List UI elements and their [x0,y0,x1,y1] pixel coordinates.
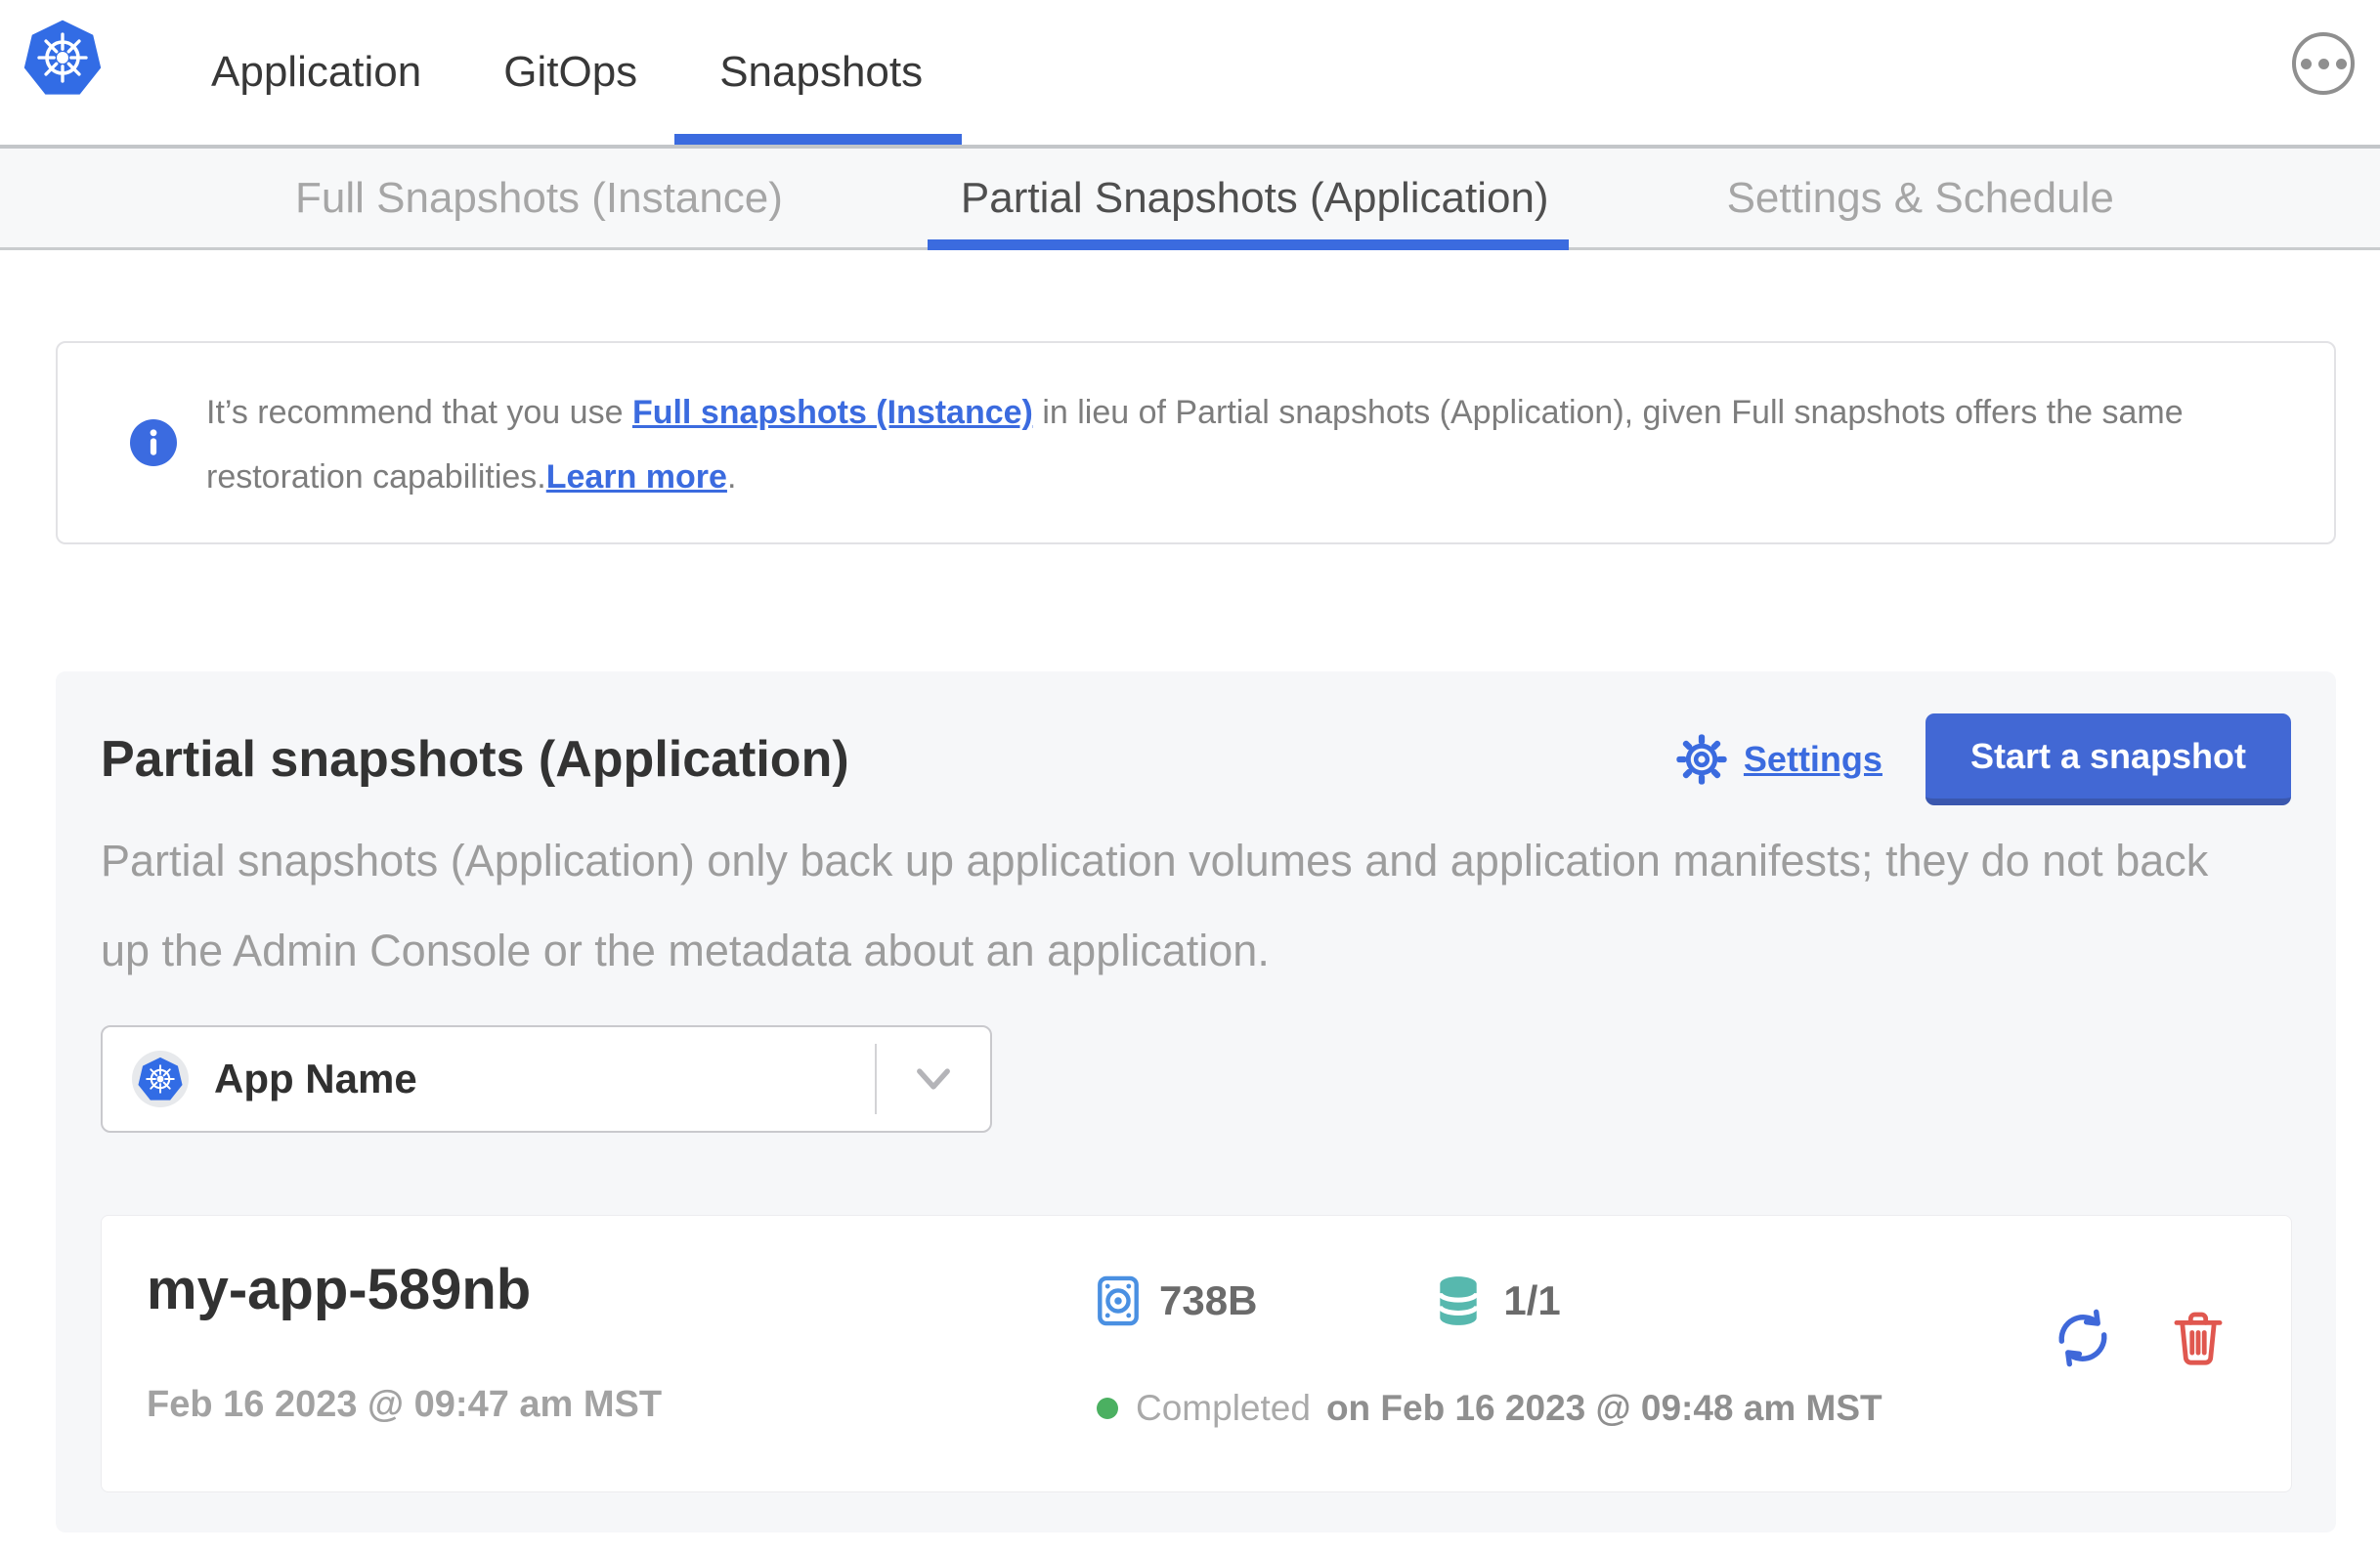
full-snapshots-instance-link[interactable]: Full snapshots (Instance) [632,394,1033,431]
disk-icon [1098,1275,1139,1326]
nav-item-gitops[interactable]: GitOps [503,0,637,145]
restore-snapshot-button[interactable] [2053,1308,2113,1368]
banner-text: It’s recommend that you use Full snapsho… [206,380,2229,509]
snapshot-status: Completed [1136,1388,1311,1428]
snapshot-metrics: 738B 1/1 [1097,1274,1561,1327]
top-nav-items: Application GitOps Snapshots [211,0,963,145]
snapshot-name: my-app-589nb [147,1258,532,1321]
snapshot-size-metric: 738B [1097,1274,1257,1327]
snapshot-actions [2053,1308,2227,1368]
ellipsis-dot [2300,58,2312,69]
snapshots-subnav: Full Snapshots (Instance) Partial Snapsh… [0,145,2380,250]
snapshot-status-row: Completed on Feb 16 2023 @ 09:48 am MST [1097,1388,1882,1429]
snapshot-row: my-app-589nb Feb 16 2023 @ 09:47 am MST … [101,1215,2292,1492]
snapshot-settings-link[interactable]: Settings [1675,733,1882,786]
snapshot-volumes-metric: 1/1 [1433,1274,1561,1327]
ellipsis-dot [2317,58,2329,69]
gear-icon [1676,734,1727,785]
snapshot-size: 738B [1159,1277,1258,1323]
partial-snapshots-panel: Partial snapshots (Application) Settings… [56,671,2336,1532]
panel-actions: Settings Start a snapshot [1675,713,2291,805]
nav-item-application[interactable]: Application [211,0,421,145]
start-snapshot-button[interactable]: Start a snapshot [1925,713,2291,805]
database-icon [1438,1276,1480,1325]
snapshots-page: Application GitOps Snapshots Full Snapsh… [0,0,2380,1554]
banner-text-end: . [726,458,737,496]
snapshot-volumes: 1/1 [1503,1277,1561,1323]
kubernetes-app-icon [132,1051,189,1107]
trash-icon [2174,1312,2223,1365]
info-banner: It’s recommend that you use Full snapsho… [56,341,2336,544]
delete-snapshot-button[interactable] [2170,1309,2227,1367]
info-icon [130,419,177,466]
app-selector[interactable]: App Name [101,1025,992,1133]
tab-partial-snapshots-application[interactable]: Partial Snapshots (Application) [927,149,1569,250]
nav-item-snapshots[interactable]: Snapshots [674,0,963,145]
snapshot-started-date: Feb 16 2023 @ 09:47 am MST [147,1384,663,1425]
snapshot-finished-date: on Feb 16 2023 @ 09:48 am MST [1325,1388,1882,1428]
kubernetes-logo-icon [23,20,102,95]
green-dot-icon [1097,1398,1118,1419]
panel-header: Partial snapshots (Application) Settings… [101,709,2291,810]
settings-link-label: Settings [1743,739,1882,779]
more-menu-button[interactable] [2292,32,2355,95]
tab-settings-schedule[interactable]: Settings & Schedule [1727,149,2114,247]
top-nav: Application GitOps Snapshots [0,0,2380,145]
panel-description: Partial snapshots (Application) only bac… [101,836,2209,975]
restore-icon [2058,1309,2107,1367]
chevron-down-icon [877,1066,990,1092]
banner-text-start: It’s recommend that you use [206,394,632,431]
ellipsis-dot [2335,58,2347,69]
tab-full-snapshots-instance[interactable]: Full Snapshots (Instance) [295,149,783,247]
learn-more-link[interactable]: Learn more [546,458,727,496]
page-title: Partial snapshots (Application) [101,731,849,788]
app-selector-value: App Name [214,1056,417,1101]
